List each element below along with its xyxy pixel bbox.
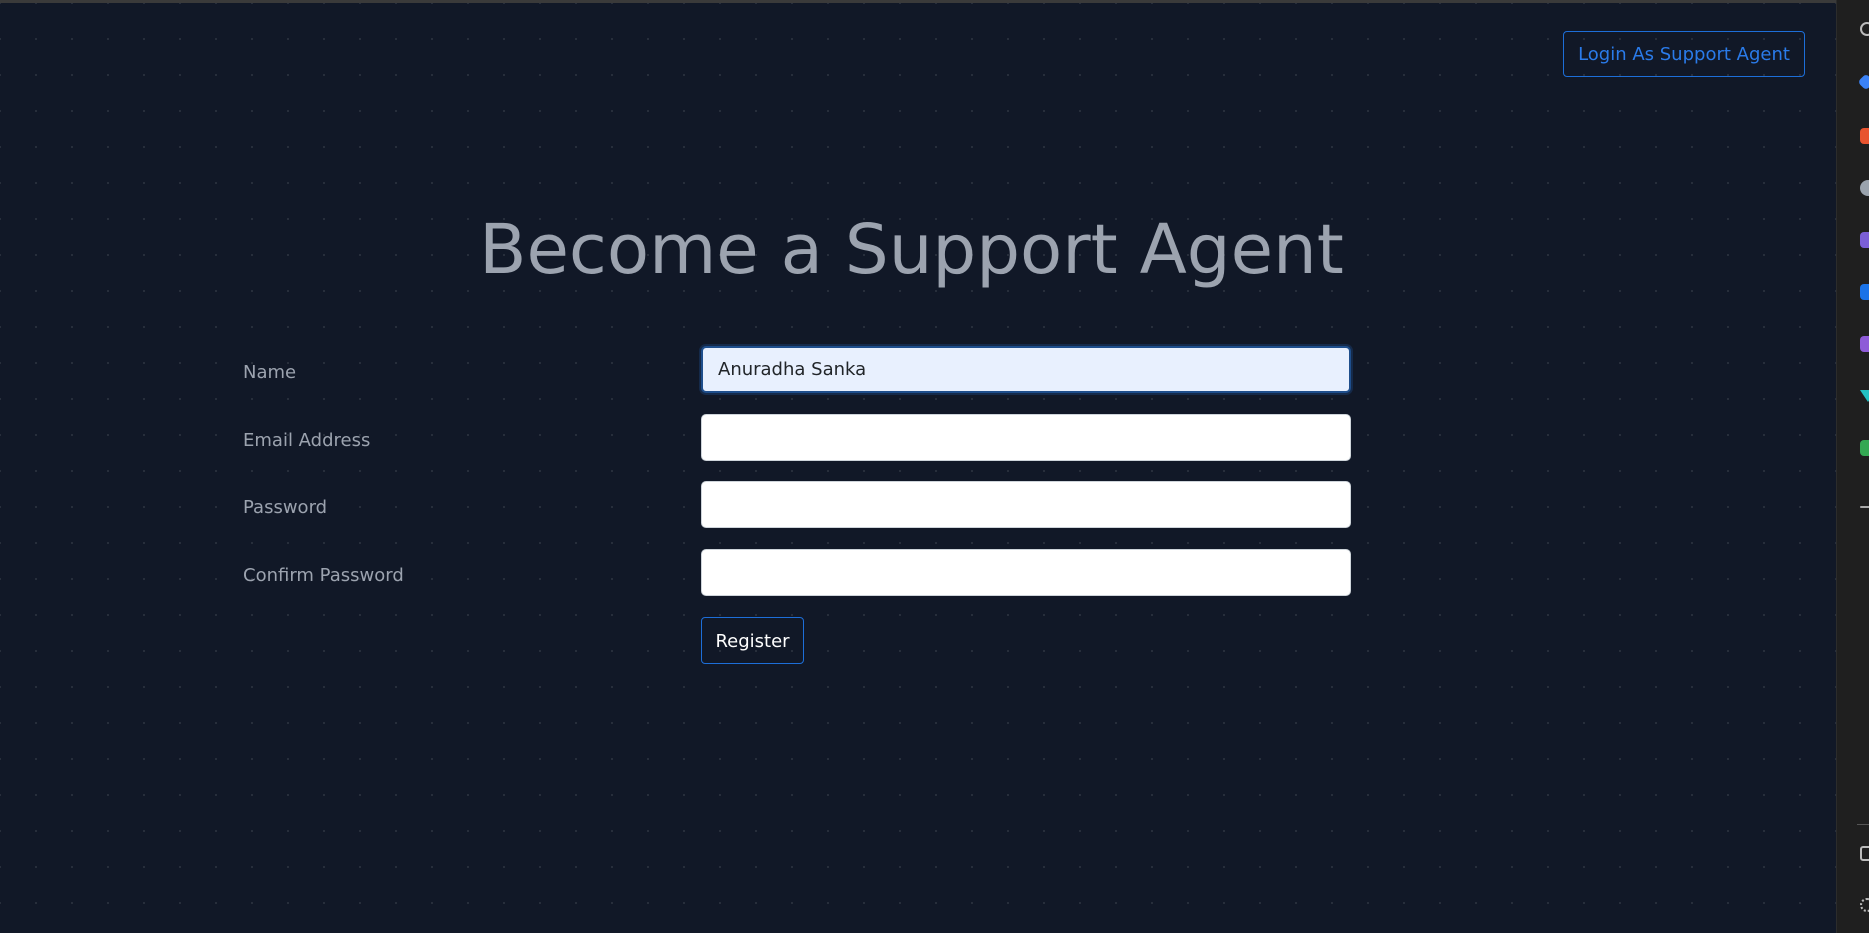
settings-icon[interactable] [1860, 898, 1869, 912]
name-field[interactable] [701, 346, 1351, 393]
add-icon[interactable] [1860, 506, 1869, 508]
email-field[interactable] [701, 414, 1351, 461]
login-as-support-agent-button[interactable]: Login As Support Agent [1563, 31, 1805, 77]
diamond-icon[interactable] [1857, 73, 1869, 91]
person-icon[interactable] [1860, 180, 1869, 196]
confirm-password-label: Confirm Password [243, 565, 404, 586]
browser-side-toolbar [1836, 0, 1869, 933]
register-button[interactable]: Register [701, 617, 804, 664]
register-page: Login As Support Agent Become a Support … [0, 3, 1836, 933]
password-label: Password [243, 497, 328, 518]
password-field[interactable] [701, 481, 1351, 528]
confirm-password-field[interactable] [701, 549, 1351, 596]
toolbar-divider [1857, 824, 1869, 825]
name-label: Name [243, 362, 297, 383]
cube-icon[interactable] [1860, 232, 1869, 248]
drive-icon[interactable] [1860, 440, 1869, 456]
page-title: Become a Support Agent [479, 210, 1344, 290]
email-label: Email Address [243, 430, 371, 451]
search-icon[interactable] [1860, 22, 1869, 36]
outlook-icon[interactable] [1860, 284, 1869, 300]
funnel-icon[interactable] [1860, 390, 1869, 402]
toolbox-icon[interactable] [1860, 128, 1869, 144]
stack-icon[interactable] [1860, 336, 1869, 352]
window-icon[interactable] [1860, 846, 1869, 861]
